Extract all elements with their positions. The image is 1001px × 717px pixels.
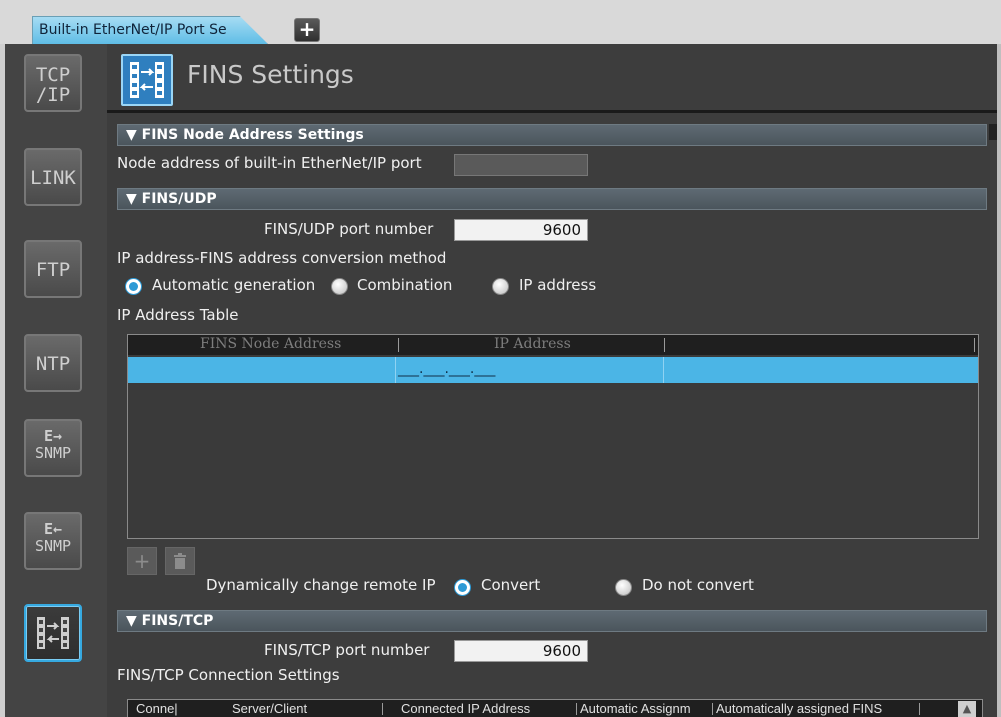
column-divider[interactable] — [664, 338, 665, 352]
sidebar-item-label: /IP — [35, 84, 71, 106]
snmp-trap-arrow-icon: E← — [43, 520, 63, 538]
fins-icon — [130, 62, 164, 98]
vertical-scrollbar[interactable] — [989, 124, 997, 140]
column-header-server-client[interactable]: Server/Client — [232, 701, 307, 716]
dynamic-remote-ip-label: Dynamically change remote IP — [206, 576, 436, 594]
column-divider[interactable] — [919, 703, 920, 715]
delete-row-button[interactable] — [165, 547, 195, 575]
column-header-fins-node-address[interactable]: FINS Node Address — [200, 336, 341, 352]
radio-convert[interactable] — [454, 579, 471, 596]
udp-port-input[interactable]: 9600 — [454, 219, 588, 241]
udp-port-label: FINS/UDP port number — [264, 220, 434, 238]
table-row[interactable]: ___.___.___.___ — [128, 357, 978, 383]
tcp-port-label: FINS/TCP port number — [264, 641, 430, 659]
page-title: FINS Settings — [187, 60, 354, 89]
sidebar-item-link[interactable]: LINK — [24, 148, 82, 206]
snmp-arrow-icon: E→ — [43, 427, 63, 445]
sidebar-item-fins[interactable] — [24, 604, 82, 662]
sidebar-item-snmp-trap[interactable]: E← SNMP — [24, 512, 82, 570]
radio-label: IP address — [519, 276, 597, 294]
fins-icon — [37, 617, 69, 649]
sidebar-item-label: SNMP — [34, 537, 72, 555]
sidebar-item-tcpip[interactable]: TCP /IP — [24, 54, 82, 112]
column-header-connection[interactable]: Conne| — [136, 701, 178, 716]
column-divider[interactable] — [576, 703, 577, 715]
column-header-connected-ip[interactable]: Connected IP Address — [401, 701, 530, 716]
window-right-edge — [997, 44, 1001, 717]
column-divider[interactable] — [712, 703, 713, 715]
radio-ip-address[interactable] — [492, 278, 509, 295]
sidebar-item-ntp[interactable]: NTP — [24, 334, 82, 392]
column-header-automatic-assignment[interactable]: Automatic Assignm — [580, 701, 710, 716]
section-fins-udp[interactable]: ▼ FINS/UDP — [117, 188, 987, 210]
section-fins-tcp[interactable]: ▼ FINS/TCP — [117, 610, 987, 632]
settings-sidebar: TCP /IP LINK FTP NTP E→ SNMP E← SNMP — [5, 44, 107, 717]
ip-address-cell[interactable]: ___.___.___.___ — [398, 361, 495, 377]
sidebar-item-ftp[interactable]: FTP — [24, 240, 82, 298]
header-divider — [107, 110, 997, 113]
node-address-label: Node address of built-in EtherNet/IP por… — [117, 154, 422, 172]
sidebar-item-label: TCP — [35, 64, 71, 86]
sidebar-item-snmp[interactable]: E→ SNMP — [24, 419, 82, 477]
tcp-connection-table: Conne| Server/Client Connected IP Addres… — [127, 699, 983, 717]
fins-settings-header-icon — [121, 54, 173, 106]
column-header-ip-address[interactable]: IP Address — [494, 336, 571, 352]
tab-builtin-ethernet-ip-port-settings[interactable]: Built-in EtherNet/IP Port Se — [32, 16, 268, 44]
ip-address-table-label: IP Address Table — [117, 306, 239, 324]
add-tab-button[interactable]: + — [294, 18, 320, 42]
conversion-method-label: IP address-FINS address conversion metho… — [117, 249, 447, 267]
tcp-connection-settings-label: FINS/TCP Connection Settings — [117, 666, 340, 684]
column-divider[interactable] — [398, 338, 399, 352]
add-row-button[interactable]: + — [127, 547, 157, 575]
column-header-assigned-fins[interactable]: Automatically assigned FINS — [716, 701, 916, 716]
tcp-port-input[interactable]: 9600 — [454, 640, 588, 662]
column-divider[interactable] — [382, 703, 383, 715]
ip-address-table: FINS Node Address IP Address ___.___.___… — [127, 334, 979, 539]
radio-label: Convert — [481, 576, 541, 594]
sidebar-item-label: SNMP — [34, 444, 72, 462]
radio-combination[interactable] — [331, 278, 348, 295]
tab-strip: Built-in EtherNet/IP Port Se + — [0, 0, 1001, 44]
trash-icon — [174, 553, 186, 569]
sidebar-item-label: LINK — [30, 167, 76, 189]
node-address-field[interactable] — [454, 154, 588, 176]
sidebar-item-label: NTP — [35, 353, 71, 375]
radio-automatic-generation[interactable] — [125, 278, 142, 295]
fins-settings-panel: FINS Settings ▼ FINS Node Address Settin… — [107, 44, 997, 717]
sidebar-item-label: FTP — [35, 259, 71, 281]
radio-label: Combination — [357, 276, 453, 294]
radio-label: Automatic generation — [152, 276, 316, 294]
section-fins-node-address[interactable]: ▼ FINS Node Address Settings — [117, 124, 987, 146]
tab-label: Built-in EtherNet/IP Port Se — [39, 22, 227, 38]
radio-label: Do not convert — [642, 576, 754, 594]
column-divider[interactable] — [974, 338, 975, 352]
scroll-up-arrow-icon[interactable]: ▲ — [958, 701, 976, 717]
table-header: FINS Node Address IP Address — [128, 335, 978, 355]
radio-do-not-convert[interactable] — [615, 579, 632, 596]
